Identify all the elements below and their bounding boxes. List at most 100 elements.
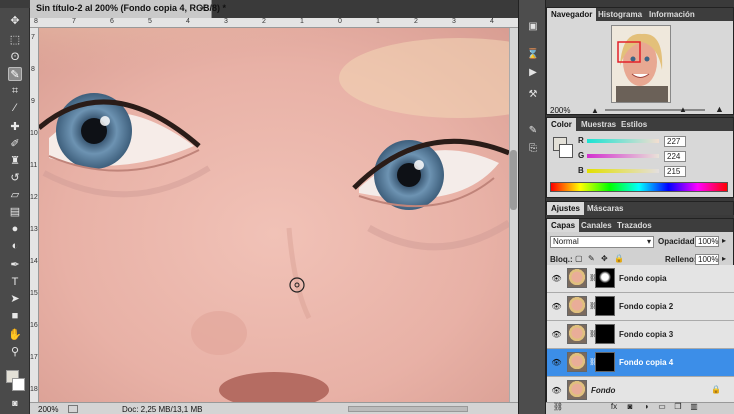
hand-icon[interactable]: ✋ <box>8 328 22 342</box>
navigator-zoom-value[interactable]: 200% <box>550 106 570 115</box>
new-layer-icon[interactable]: ❐ <box>672 402 684 412</box>
fx-icon[interactable]: fx <box>608 402 620 412</box>
type-icon[interactable]: T <box>8 275 22 289</box>
document-canvas[interactable] <box>39 28 509 402</box>
blend-mode-select[interactable]: Normal ▾ <box>550 236 654 248</box>
document-tab[interactable]: Sin título-2 al 200% (Fondo copia 4, RGB… <box>30 0 226 18</box>
b-slider[interactable] <box>587 169 659 173</box>
horizontal-scrollbar[interactable] <box>348 406 468 412</box>
tab-ajustes[interactable]: Ajustes <box>547 202 584 215</box>
healing-icon[interactable]: ✚ <box>8 120 22 134</box>
layer-mask-thumbnail[interactable] <box>595 268 615 288</box>
background-color-swatch[interactable] <box>12 378 25 391</box>
mini-bridge-icon[interactable]: ▣ <box>526 20 540 34</box>
marquee-icon[interactable]: ⬚ <box>8 33 22 47</box>
tab-color[interactable]: Color <box>547 118 576 131</box>
tab-informacion[interactable]: Información <box>645 8 699 21</box>
crop-icon[interactable]: ⌗ <box>8 84 22 98</box>
tab-navegador[interactable]: Navegador <box>547 8 597 21</box>
r-value-field[interactable]: 227 <box>664 136 686 147</box>
brush-presets-icon[interactable]: ✎ <box>526 124 540 138</box>
lock-all-icon[interactable]: 🔒 <box>614 254 624 263</box>
zoom-slider-thumb[interactable]: ▲ <box>679 105 687 114</box>
color-background-swatch[interactable] <box>559 144 573 158</box>
brush-icon[interactable]: ✐ <box>8 137 22 151</box>
close-icon[interactable]: ✕ <box>199 3 207 14</box>
layer-mask-thumbnail[interactable] <box>595 352 615 372</box>
tab-histograma[interactable]: Histograma <box>594 8 646 21</box>
eye-icon[interactable]: 👁 <box>551 330 562 340</box>
tab-muestras[interactable]: Muestras <box>577 118 620 131</box>
tab-trazados[interactable]: Trazados <box>613 219 656 232</box>
lock-transparency-icon[interactable]: ▢ <box>575 254 583 263</box>
layer-thumbnail[interactable] <box>567 380 587 400</box>
lock-pixels-icon[interactable]: ✎ <box>588 254 595 263</box>
layer-mask-thumbnail[interactable] <box>595 296 615 316</box>
shape-icon[interactable]: ■ <box>8 309 22 323</box>
pen-icon[interactable]: ✒ <box>8 258 22 272</box>
tab-canales[interactable]: Canales <box>577 219 616 232</box>
eye-icon[interactable]: 👁 <box>551 274 562 284</box>
group-folder-icon[interactable]: ▭ <box>656 402 668 412</box>
layer-thumbnail[interactable] <box>567 352 587 372</box>
zoom-level[interactable]: 200% <box>38 405 58 414</box>
layer-thumbnail[interactable] <box>567 268 587 288</box>
eye-icon[interactable]: 👁 <box>551 386 562 396</box>
document-tab-title: Sin título-2 al 200% (Fondo copia 4, RGB… <box>36 3 227 13</box>
layer-row[interactable]: 👁 ⛓ Fondo copia 3 <box>547 321 734 349</box>
eraser-icon[interactable]: ▱ <box>8 188 22 202</box>
eye-icon[interactable]: 👁 <box>551 358 562 368</box>
blur-icon[interactable]: ● <box>8 222 22 236</box>
fill-chevron-icon[interactable]: ▸ <box>722 254 726 263</box>
gradient-icon[interactable]: ▤ <box>8 205 22 219</box>
move-icon[interactable]: ✥ <box>8 14 22 28</box>
opacity-chevron-icon[interactable]: ▸ <box>722 236 726 245</box>
add-mask-icon[interactable]: ◙ <box>624 402 636 412</box>
lasso-icon[interactable]: ʘ <box>8 50 22 64</box>
eye-icon[interactable]: 👁 <box>551 302 562 312</box>
vertical-scrollbar[interactable] <box>509 28 518 402</box>
zoom-in-icon[interactable]: ▲ <box>715 104 724 114</box>
tools-panel-grip[interactable] <box>0 0 30 8</box>
dodge-icon[interactable]: ◐ <box>8 239 22 253</box>
link-icon[interactable]: ⛓ <box>552 402 564 412</box>
r-slider[interactable] <box>587 139 659 143</box>
layers-panel: Capas Canales Trazados Normal ▾ Opacidad… <box>546 218 734 414</box>
fill-field[interactable]: 100% <box>695 254 719 265</box>
g-value-field[interactable]: 224 <box>664 151 686 162</box>
layer-row[interactable]: 👁 ⛓ Fondo copia <box>547 265 734 293</box>
color-spectrum-bar[interactable] <box>550 182 728 192</box>
tab-mascaras[interactable]: Máscaras <box>583 202 627 215</box>
zoom-icon[interactable]: ⚲ <box>8 345 22 359</box>
adjustment-layer-icon[interactable]: ◑ <box>640 402 652 412</box>
layer-row[interactable]: 👁 ⛓ Fondo copia 2 <box>547 293 734 321</box>
path-select-icon[interactable]: ➤ <box>8 292 22 306</box>
b-value-field[interactable]: 215 <box>664 166 686 177</box>
blend-mode-value: Normal <box>553 237 579 246</box>
lock-position-icon[interactable]: ✥ <box>601 254 608 263</box>
history-brush-icon[interactable]: ↺ <box>8 171 22 185</box>
eyedropper-icon[interactable]: ⁄ <box>8 101 22 115</box>
quick-select-icon[interactable]: ✎ <box>8 67 22 81</box>
scrollbar-thumb[interactable] <box>510 150 517 210</box>
trash-icon[interactable]: ▥ <box>688 402 700 412</box>
opacity-field[interactable]: 100% <box>695 236 719 247</box>
tab-estilos[interactable]: Estilos <box>617 118 651 131</box>
tab-capas[interactable]: Capas <box>547 219 580 232</box>
zoom-slider[interactable] <box>605 109 705 111</box>
layer-row[interactable]: 👁 Fondo 🔒 <box>547 377 734 405</box>
clone-stamp-icon[interactable]: ♜ <box>8 154 22 168</box>
status-info-icon[interactable] <box>68 405 78 413</box>
layer-thumbnail[interactable] <box>567 324 587 344</box>
quick-mask-icon[interactable]: ◙ <box>8 396 22 410</box>
actions-icon[interactable]: ▶ <box>526 66 540 80</box>
layer-row[interactable]: 👁 ⛓ Fondo copia 4 <box>547 349 734 377</box>
layer-mask-thumbnail[interactable] <box>595 324 615 344</box>
clone-source-icon[interactable]: ⎘ <box>526 142 540 156</box>
zoom-out-icon[interactable]: ▲ <box>591 106 599 115</box>
tool-presets-icon[interactable]: ⚒ <box>526 88 540 102</box>
layer-thumbnail[interactable] <box>567 296 587 316</box>
g-slider[interactable] <box>587 154 659 158</box>
history-icon[interactable]: ⌛ <box>526 48 540 62</box>
navigator-thumbnail[interactable] <box>611 25 671 103</box>
